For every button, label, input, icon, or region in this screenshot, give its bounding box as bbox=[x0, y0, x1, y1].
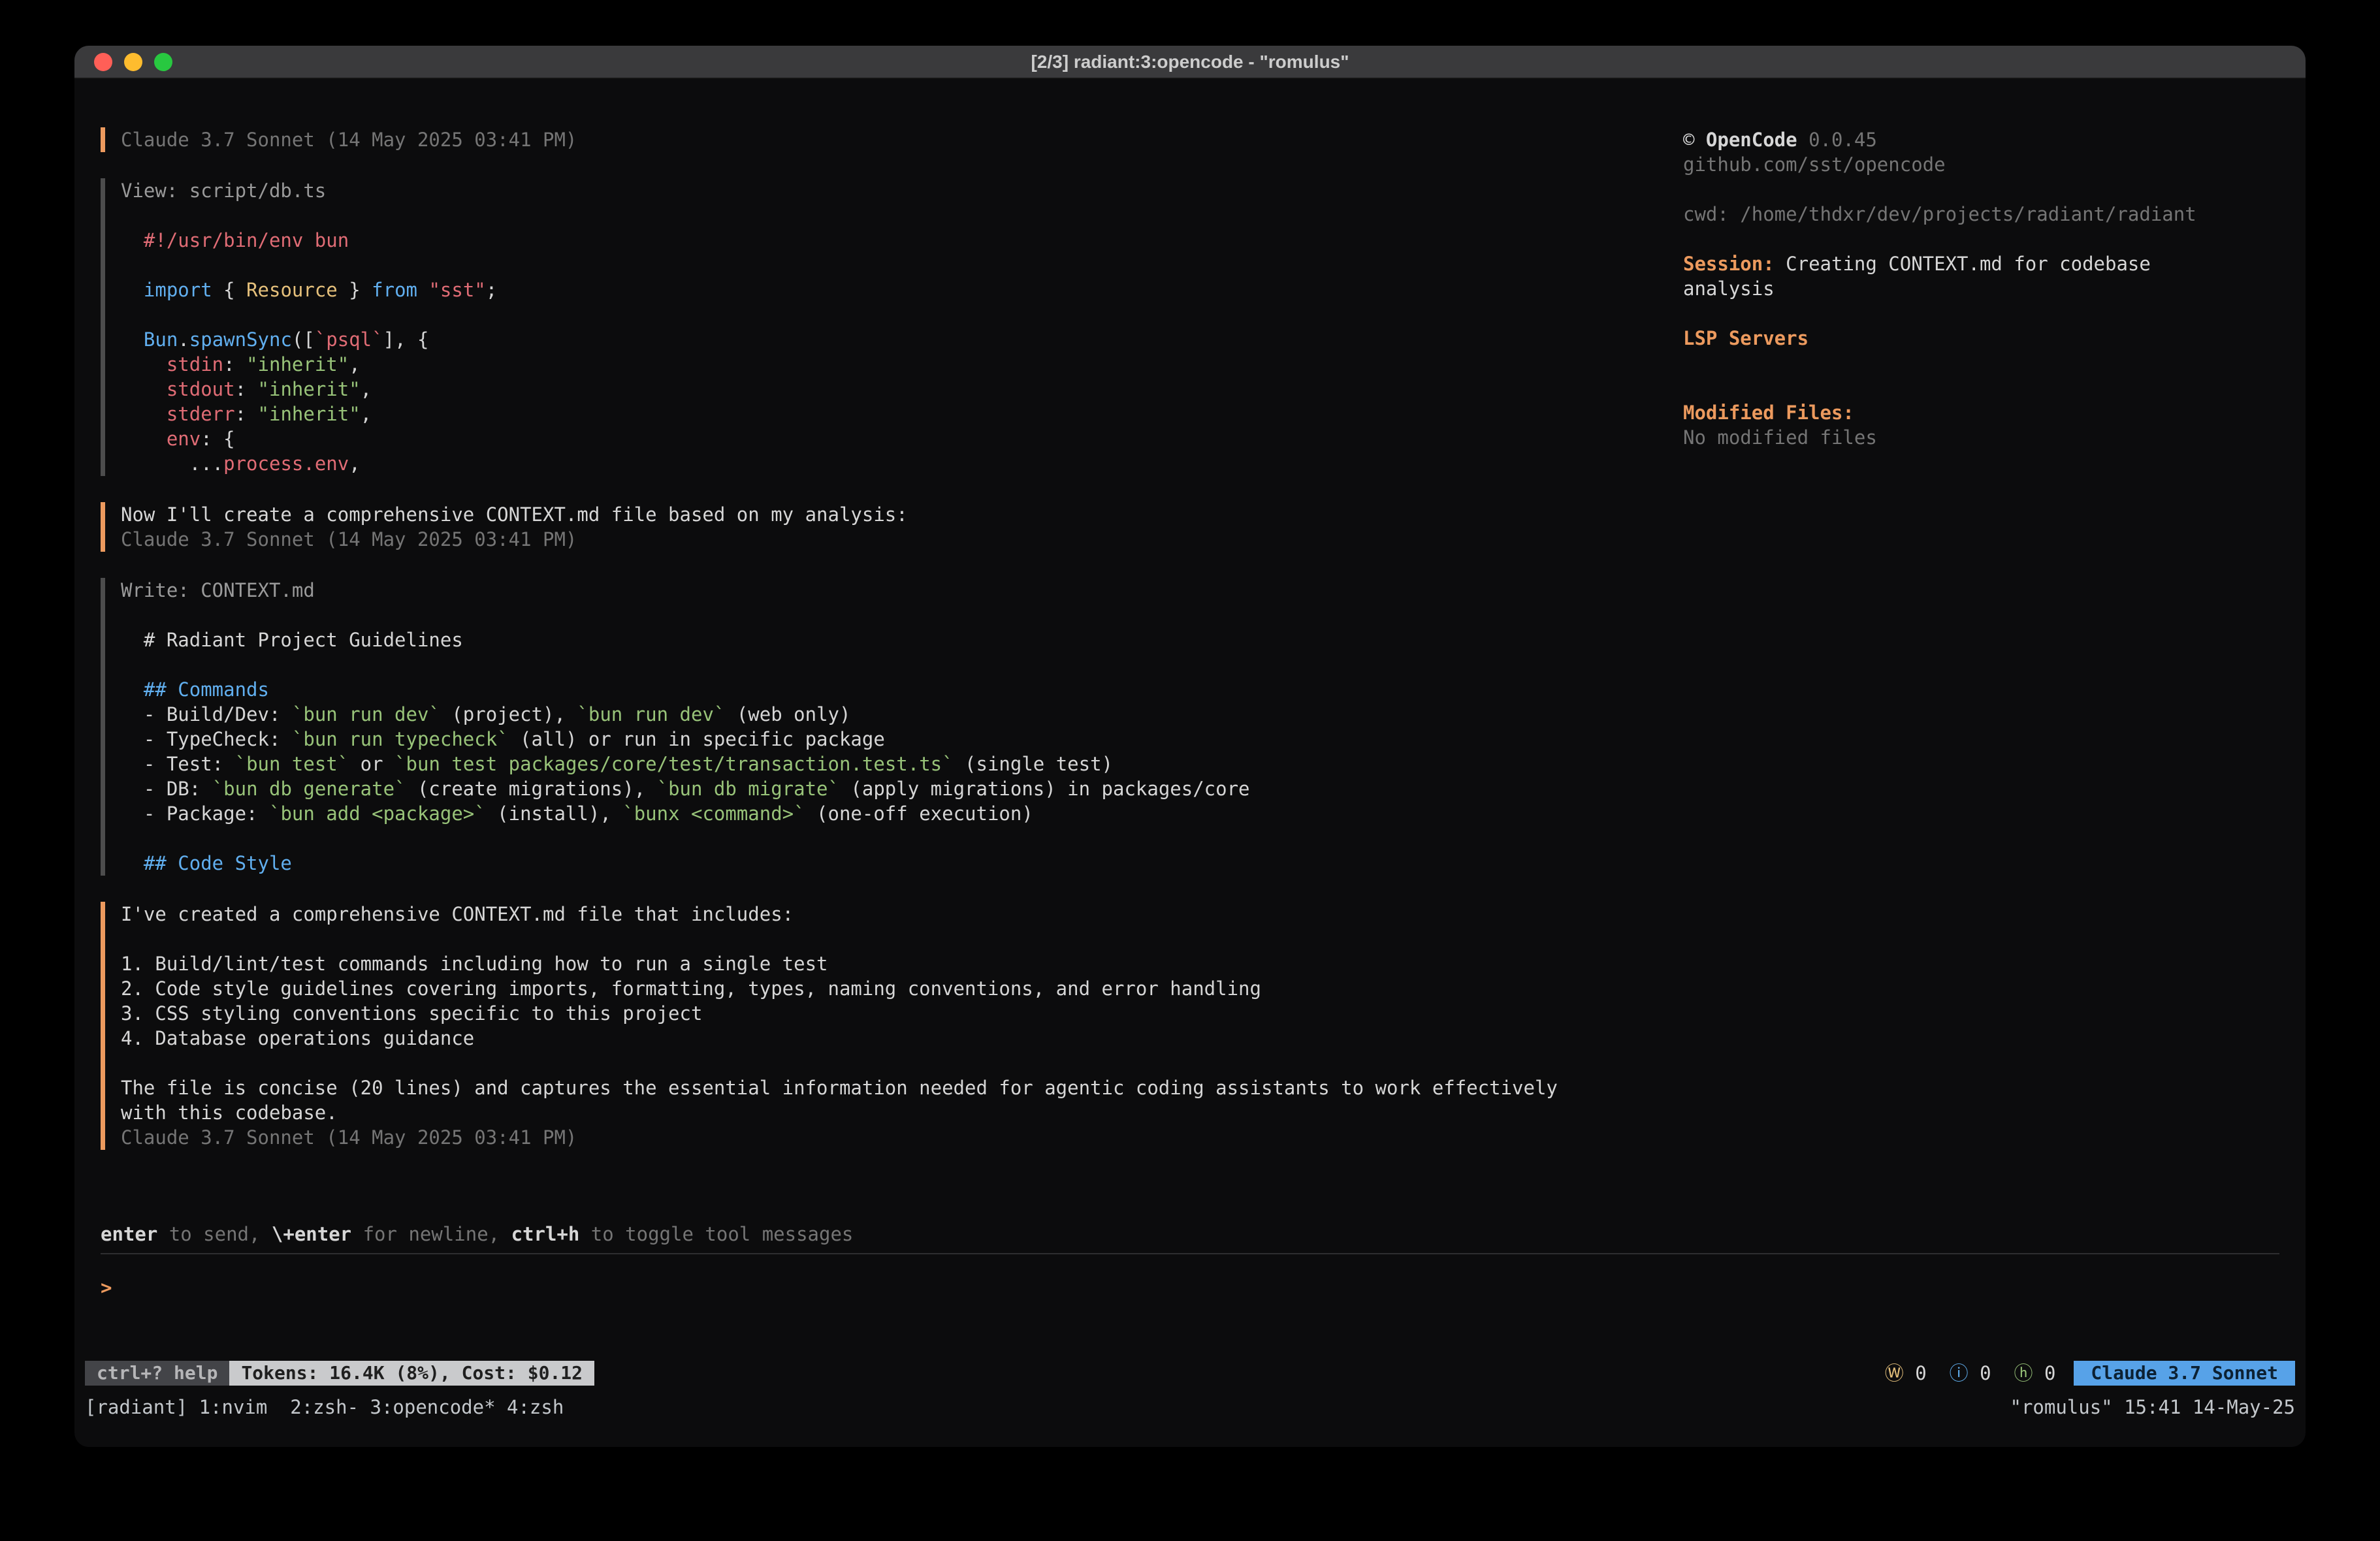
text-line bbox=[121, 826, 1622, 851]
text-line: LSP Servers bbox=[1683, 326, 2279, 351]
text-line: - Package: `bun add <package>` (install)… bbox=[121, 801, 1622, 826]
text-line bbox=[1683, 301, 2279, 326]
text-line: Now I'll create a comprehensive CONTEXT.… bbox=[121, 502, 1622, 527]
text-line bbox=[121, 253, 1622, 278]
text-line: 1. Build/lint/test commands including ho… bbox=[121, 951, 1622, 976]
text-line: 4. Database operations guidance bbox=[121, 1026, 1622, 1051]
terminal-screen: Claude 3.7 Sonnet (14 May 2025 03:41 PM)… bbox=[74, 79, 2306, 1446]
zoom-button[interactable] bbox=[154, 53, 172, 71]
tool-view-block: View: script/db.ts #!/usr/bin/env bun im… bbox=[101, 178, 1622, 476]
opencode-top-region: Claude 3.7 Sonnet (14 May 2025 03:41 PM)… bbox=[101, 127, 2279, 1176]
text-line: Ⓦ 0 ⓘ 0 ⓗ 0 bbox=[1885, 1361, 2056, 1386]
assistant-message-block: Now I'll create a comprehensive CONTEXT.… bbox=[101, 502, 1622, 552]
text-line: ## Commands bbox=[121, 677, 1622, 702]
text-line: The file is concise (20 lines) and captu… bbox=[121, 1075, 1622, 1100]
session-sidebar: © OpenCode 0.0.45github.com/sst/opencode… bbox=[1683, 127, 2279, 1176]
status-bar: ctrl+? help Tokens: 16.4K (8%), Cost: $0… bbox=[85, 1361, 2295, 1386]
text-line: Modified Files: bbox=[1683, 400, 2279, 425]
text-line: #!/usr/bin/env bun bbox=[121, 228, 1622, 253]
chat-log: Claude 3.7 Sonnet (14 May 2025 03:41 PM)… bbox=[101, 127, 1622, 1176]
text-line bbox=[121, 1051, 1622, 1075]
status-right-group: Ⓦ 0 ⓘ 0 ⓗ 0 Claude 3.7 Sonnet bbox=[1885, 1361, 2295, 1386]
text-line: enter to send, \+enter for newline, ctrl… bbox=[101, 1222, 2279, 1247]
close-button[interactable] bbox=[94, 53, 112, 71]
diagnostics-counters: Ⓦ 0 ⓘ 0 ⓗ 0 bbox=[1885, 1361, 2056, 1386]
text-line: 2. Code style guidelines covering import… bbox=[121, 976, 1622, 1001]
text-line: stdin: "inherit", bbox=[121, 352, 1622, 377]
text-line: - DB: `bun db generate` (create migratio… bbox=[121, 776, 1622, 801]
assistant-summary-block: I've created a comprehensive CONTEXT.md … bbox=[101, 902, 1622, 1150]
text-line bbox=[121, 652, 1622, 677]
chat-input[interactable]: > bbox=[101, 1275, 2279, 1300]
text-line: Claude 3.7 Sonnet (14 May 2025 03:41 PM) bbox=[121, 127, 1622, 152]
text-line bbox=[121, 302, 1622, 327]
window-title: [2/3] radiant:3:opencode - "romulus" bbox=[1031, 52, 1349, 72]
keybind-help-line: enter to send, \+enter for newline, ctrl… bbox=[101, 1222, 2279, 1247]
text-line bbox=[121, 603, 1622, 628]
text-line: Write: CONTEXT.md bbox=[121, 578, 1622, 603]
minimize-button[interactable] bbox=[124, 53, 142, 71]
text-line: analysis bbox=[1683, 276, 2279, 301]
text-line: env: { bbox=[121, 426, 1622, 451]
text-line: 3. CSS styling conventions specific to t… bbox=[121, 1001, 1622, 1026]
text-line: - TypeCheck: `bun run typecheck` (all) o… bbox=[121, 727, 1622, 752]
text-line: # Radiant Project Guidelines bbox=[121, 628, 1622, 652]
text-line: import { Resource } from "sst"; bbox=[121, 278, 1622, 302]
text-line: stdout: "inherit", bbox=[121, 377, 1622, 402]
text-line bbox=[1683, 351, 2279, 375]
text-line: github.com/sst/opencode bbox=[1683, 152, 2279, 177]
text-line: cwd: /home/thdxr/dev/projects/radiant/ra… bbox=[1683, 202, 2279, 227]
text-line bbox=[121, 927, 1622, 951]
assistant-header-block: Claude 3.7 Sonnet (14 May 2025 03:41 PM) bbox=[101, 127, 1622, 152]
text-line: - Test: `bun test` or `bun test packages… bbox=[121, 752, 1622, 776]
prompt-symbol: > bbox=[101, 1277, 112, 1299]
input-divider bbox=[101, 1253, 2279, 1254]
text-line bbox=[121, 203, 1622, 228]
text-line: Claude 3.7 Sonnet (14 May 2025 03:41 PM) bbox=[121, 527, 1622, 552]
text-line: © OpenCode 0.0.45 bbox=[1683, 127, 2279, 152]
terminal-window: [2/3] radiant:3:opencode - "romulus" Cla… bbox=[74, 46, 2306, 1447]
text-line bbox=[1683, 227, 2279, 251]
text-line: stderr: "inherit", bbox=[121, 402, 1622, 426]
tmux-windows-list[interactable]: [radiant] 1:nvim 2:zsh- 3:opencode* 4:zs… bbox=[85, 1395, 564, 1420]
text-line: with this codebase. bbox=[121, 1100, 1622, 1125]
tokens-cost-badge: Tokens: 16.4K (8%), Cost: $0.12 bbox=[229, 1361, 594, 1386]
text-line: I've created a comprehensive CONTEXT.md … bbox=[121, 902, 1622, 927]
text-line bbox=[1683, 177, 2279, 202]
tmux-status-bar: [radiant] 1:nvim 2:zsh- 3:opencode* 4:zs… bbox=[85, 1395, 2295, 1420]
text-line: Session: Creating CONTEXT.md for codebas… bbox=[1683, 251, 2279, 276]
text-line: ...process.env, bbox=[121, 451, 1622, 476]
text-line bbox=[1683, 375, 2279, 400]
text-line: - Build/Dev: `bun run dev` (project), `b… bbox=[121, 702, 1622, 727]
help-shortcut-badge[interactable]: ctrl+? help bbox=[85, 1361, 229, 1386]
window-titlebar[interactable]: [2/3] radiant:3:opencode - "romulus" bbox=[74, 46, 2306, 79]
tmux-session-clock: "romulus" 15:41 14-May-25 bbox=[2010, 1395, 2296, 1420]
text-line: Claude 3.7 Sonnet (14 May 2025 03:41 PM) bbox=[121, 1125, 1622, 1150]
text-line: View: script/db.ts bbox=[121, 178, 1622, 203]
text-line: Bun.spawnSync([`psql`], { bbox=[121, 327, 1622, 352]
text-line: No modified files bbox=[1683, 425, 2279, 450]
text-line: ## Code Style bbox=[121, 851, 1622, 876]
tool-write-block: Write: CONTEXT.md # Radiant Project Guid… bbox=[101, 578, 1622, 876]
model-badge[interactable]: Claude 3.7 Sonnet bbox=[2074, 1361, 2295, 1386]
window-controls bbox=[94, 46, 172, 78]
